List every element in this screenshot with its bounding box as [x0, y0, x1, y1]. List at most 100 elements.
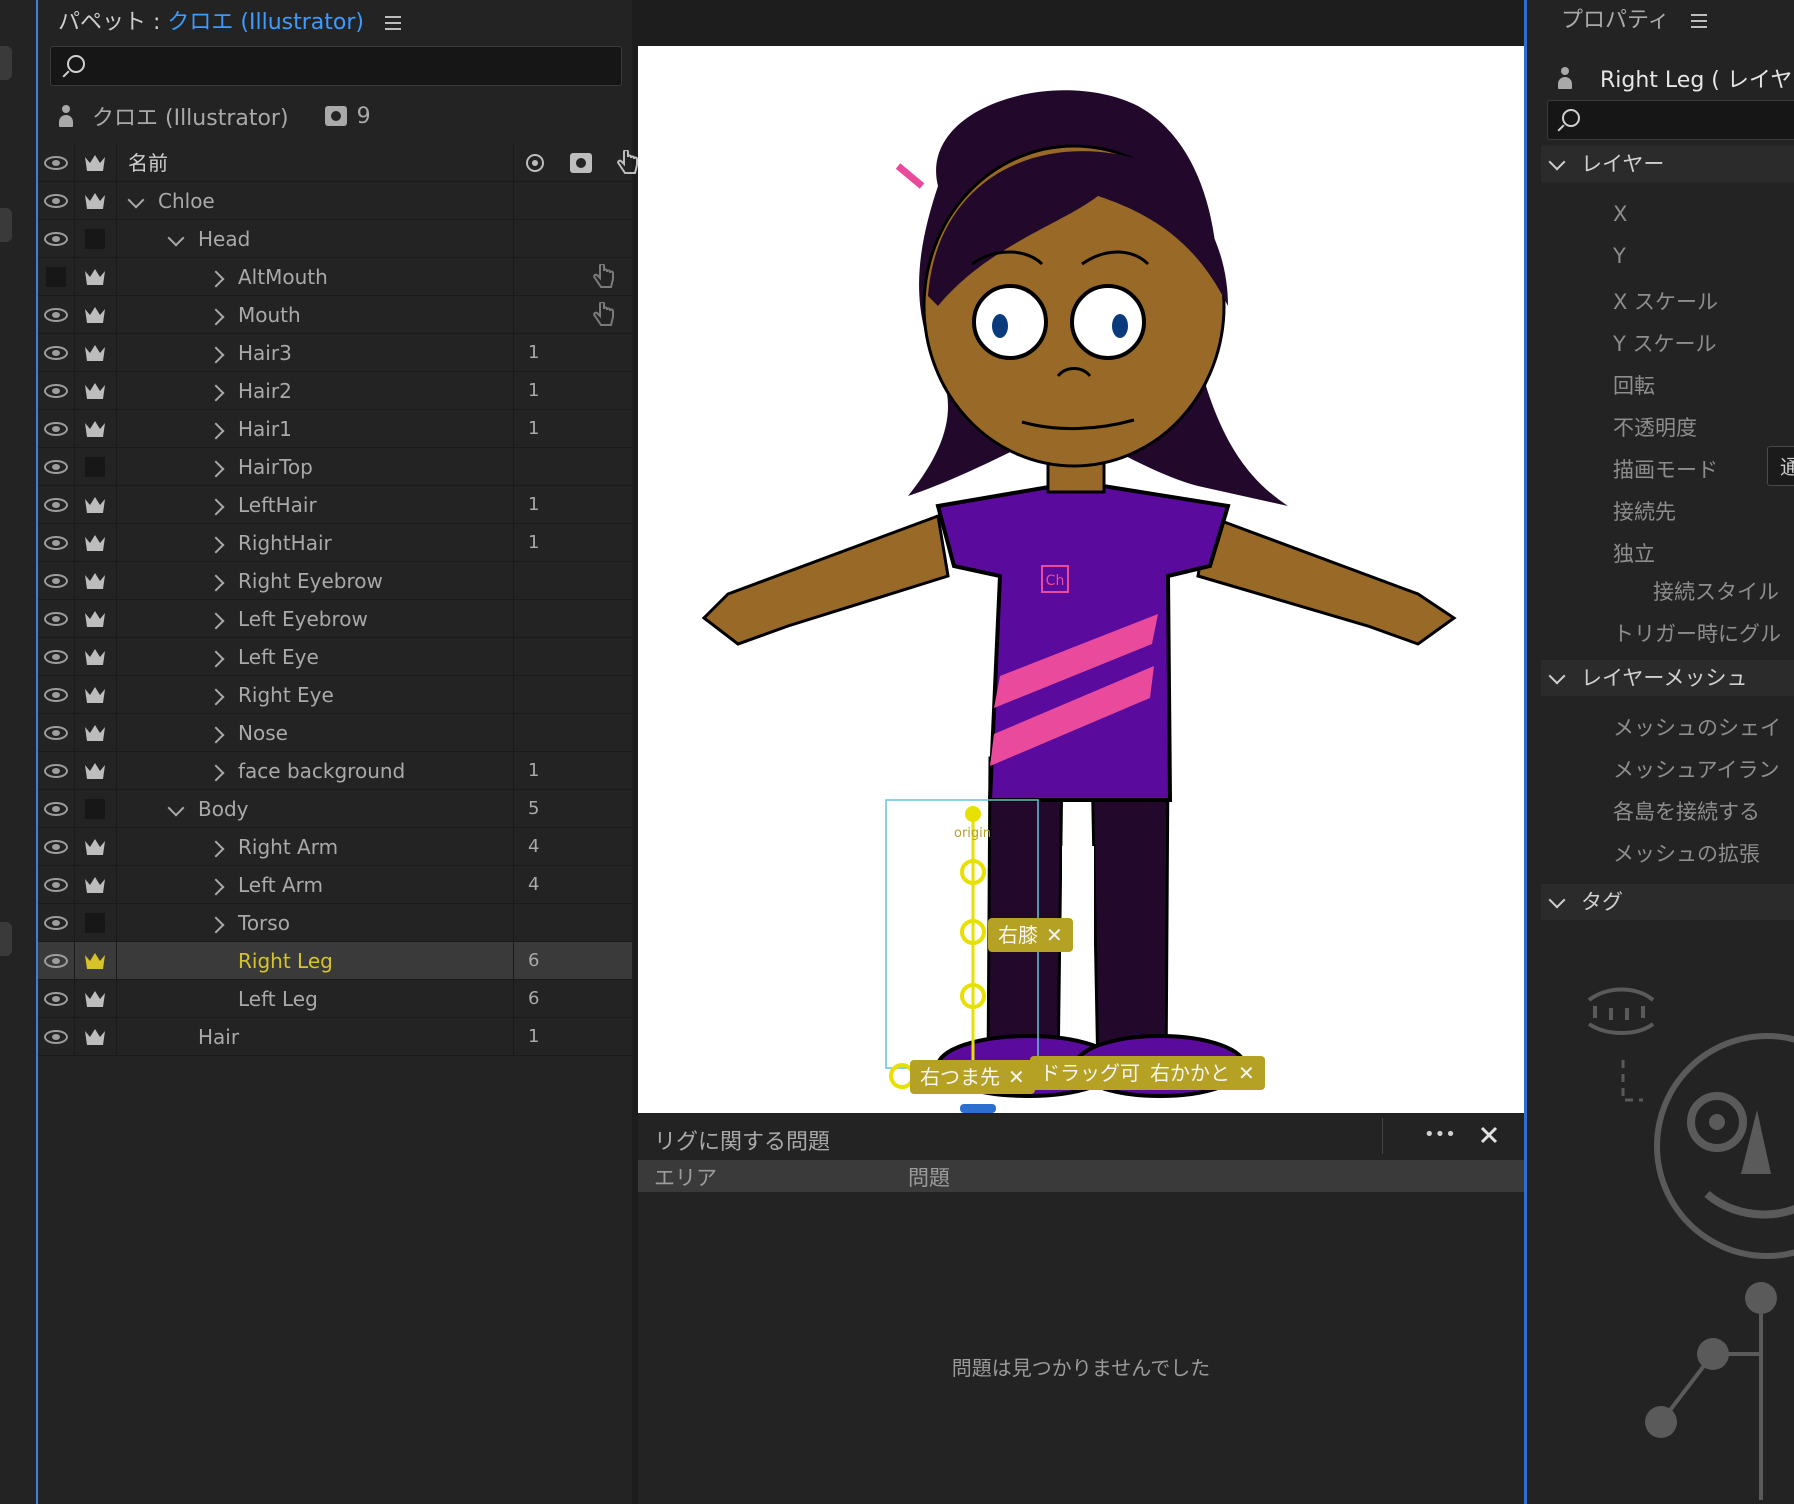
blend-mode-select[interactable]: 通: [1767, 446, 1794, 486]
independence-toggle[interactable]: [74, 448, 117, 486]
chevron-right-icon[interactable]: [207, 384, 225, 401]
independence-toggle[interactable]: [74, 296, 117, 334]
area-column-header[interactable]: エリア: [654, 1162, 717, 1192]
layer-name-cell[interactable]: Hair1: [116, 410, 514, 448]
tags-section-header[interactable]: タグ: [1541, 884, 1794, 920]
layer-row[interactable]: Mouth: [38, 296, 632, 334]
layer-row[interactable]: Right Eye: [38, 676, 632, 714]
layer-name-cell[interactable]: AltMouth: [116, 258, 514, 296]
chevron-right-icon[interactable]: [207, 612, 225, 629]
layer-name-cell[interactable]: Left Arm: [116, 866, 514, 904]
independence-toggle[interactable]: [74, 752, 117, 790]
independence-toggle[interactable]: [74, 904, 117, 942]
visibility-toggle[interactable]: [38, 714, 75, 752]
chevron-right-icon[interactable]: [207, 270, 225, 287]
issue-column-header[interactable]: 問題: [908, 1162, 950, 1192]
chevron-right-icon[interactable]: [207, 460, 225, 477]
independence-toggle[interactable]: [74, 714, 117, 752]
close-icon[interactable]: [1474, 1120, 1504, 1150]
chevron-right-icon[interactable]: [207, 498, 225, 515]
layer-row[interactable]: Nose: [38, 714, 632, 752]
layer-name-cell[interactable]: Nose: [116, 714, 514, 752]
visibility-toggle[interactable]: [38, 676, 75, 714]
tag-chip[interactable]: 右かかと ✕: [1140, 1056, 1265, 1090]
layer-row[interactable]: Hair 1: [38, 1018, 632, 1056]
chevron-down-icon[interactable]: [127, 191, 145, 208]
independence-toggle[interactable]: [74, 524, 117, 562]
layer-name-cell[interactable]: Left Eyebrow: [116, 600, 514, 638]
layer-name-cell[interactable]: Hair3: [116, 334, 514, 372]
layer-name-cell[interactable]: Torso: [116, 904, 514, 942]
independence-toggle[interactable]: [74, 562, 117, 600]
chevron-right-icon[interactable]: [207, 422, 225, 439]
chevron-right-icon[interactable]: [207, 726, 225, 743]
layer-name-cell[interactable]: Right Leg: [116, 942, 514, 980]
independence-toggle[interactable]: [74, 676, 117, 714]
layer-row[interactable]: Left Eyebrow: [38, 600, 632, 638]
layer-row[interactable]: Head: [38, 220, 632, 258]
layer-row[interactable]: Body 5: [38, 790, 632, 828]
visibility-toggle[interactable]: [38, 334, 75, 372]
visibility-toggle[interactable]: [38, 448, 75, 486]
layer-row[interactable]: Left Arm 4: [38, 866, 632, 904]
independence-toggle[interactable]: [74, 486, 117, 524]
name-column-header[interactable]: 名前: [116, 144, 514, 182]
independence-toggle[interactable]: [74, 866, 117, 904]
layer-row[interactable]: face background 1: [38, 752, 632, 790]
layer-row[interactable]: Hair2 1: [38, 372, 632, 410]
visibility-toggle[interactable]: [38, 258, 75, 296]
chevron-right-icon[interactable]: [207, 878, 225, 895]
remove-tag-icon[interactable]: ✕: [1008, 1065, 1025, 1089]
visibility-toggle[interactable]: [38, 904, 75, 942]
layer-row[interactable]: AltMouth: [38, 258, 632, 296]
layer-row[interactable]: LeftHair 1: [38, 486, 632, 524]
visibility-toggle[interactable]: [38, 752, 75, 790]
layer-row[interactable]: Left Eye: [38, 638, 632, 676]
visibility-toggle[interactable]: [38, 942, 75, 980]
layer-name-cell[interactable]: Mouth: [116, 296, 514, 334]
independence-toggle[interactable]: [74, 828, 117, 866]
layer-row[interactable]: Chloe: [38, 182, 632, 220]
independence-toggle[interactable]: [74, 258, 117, 296]
visibility-toggle[interactable]: [38, 182, 75, 220]
layer-name-cell[interactable]: Hair2: [116, 372, 514, 410]
layer-row[interactable]: Right Arm 4: [38, 828, 632, 866]
visibility-toggle[interactable]: [38, 296, 75, 334]
layer-name-cell[interactable]: Left Eye: [116, 638, 514, 676]
layer-name-cell[interactable]: Right Arm: [116, 828, 514, 866]
chevron-right-icon[interactable]: [207, 536, 225, 553]
layer-row[interactable]: Hair3 1: [38, 334, 632, 372]
layer-row[interactable]: RightHair 1: [38, 524, 632, 562]
tag-chip[interactable]: 右つま先 ✕: [910, 1060, 1035, 1094]
visibility-toggle[interactable]: [38, 410, 75, 448]
chevron-right-icon[interactable]: [207, 688, 225, 705]
layer-row[interactable]: Hair1 1: [38, 410, 632, 448]
visibility-toggle[interactable]: [38, 1018, 75, 1056]
layer-row[interactable]: Torso: [38, 904, 632, 942]
independence-toggle[interactable]: [74, 182, 117, 220]
visibility-toggle[interactable]: [38, 220, 75, 258]
layer-name-cell[interactable]: Head: [116, 220, 514, 258]
independence-toggle[interactable]: [74, 980, 117, 1018]
scene-canvas[interactable]: Ch origin 右膝✕右つま先✕ドラッグ可能✕右かかと✕: [638, 46, 1524, 1113]
tag-chip[interactable]: 右膝 ✕: [988, 918, 1073, 952]
visibility-toggle[interactable]: [38, 600, 75, 638]
visibility-toggle[interactable]: [38, 486, 75, 524]
collapsed-panel-tab[interactable]: [0, 922, 12, 956]
visibility-toggle[interactable]: [38, 980, 75, 1018]
chevron-down-icon[interactable]: [167, 799, 185, 816]
independence-toggle[interactable]: [74, 220, 117, 258]
layer-name-cell[interactable]: Right Eyebrow: [116, 562, 514, 600]
chevron-right-icon[interactable]: [207, 650, 225, 667]
more-options-button[interactable]: •••: [1424, 1124, 1456, 1145]
layer-name-cell[interactable]: Chloe: [116, 182, 514, 220]
chevron-right-icon[interactable]: [207, 308, 225, 325]
visibility-toggle[interactable]: [38, 828, 75, 866]
chevron-right-icon[interactable]: [207, 916, 225, 933]
layer-mesh-section-header[interactable]: レイヤーメッシュ: [1541, 660, 1794, 696]
chevron-right-icon[interactable]: [207, 574, 225, 591]
layer-row[interactable]: Right Leg 6: [38, 942, 632, 980]
layer-name-cell[interactable]: LeftHair: [116, 486, 514, 524]
layer-name-cell[interactable]: face background: [116, 752, 514, 790]
layer-row[interactable]: Right Eyebrow: [38, 562, 632, 600]
